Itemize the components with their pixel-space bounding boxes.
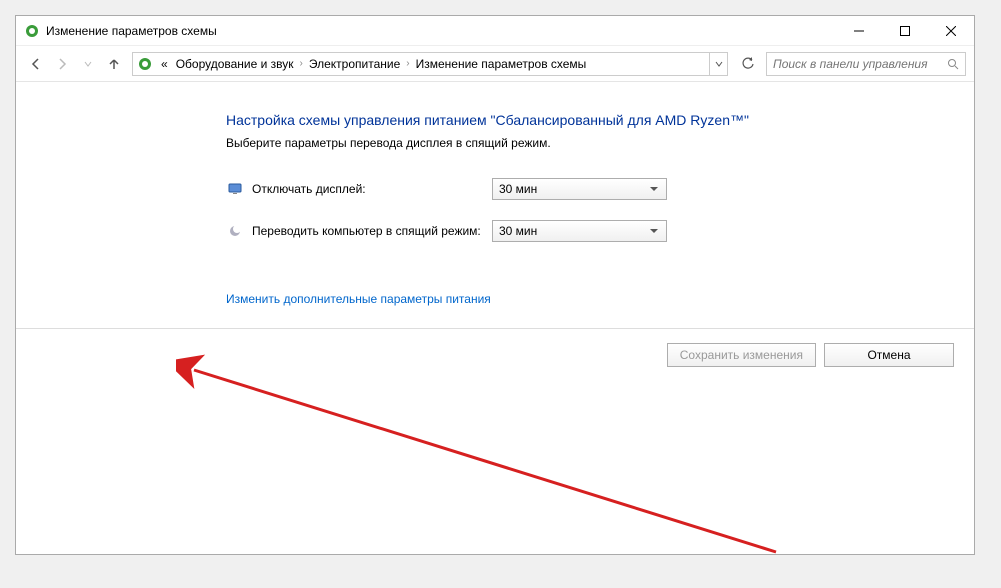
search-box[interactable] bbox=[766, 52, 966, 76]
address-bar[interactable]: « Оборудование и звук › Электропитание ›… bbox=[132, 52, 728, 76]
annotation-arrow bbox=[176, 352, 796, 554]
breadcrumb: « Оборудование и звук › Электропитание ›… bbox=[157, 57, 709, 71]
breadcrumb-item[interactable]: Изменение параметров схемы bbox=[412, 57, 591, 71]
close-button[interactable] bbox=[928, 16, 974, 46]
moon-icon bbox=[226, 222, 244, 240]
page-subheading: Выберите параметры перевода дисплея в сп… bbox=[226, 136, 974, 150]
titlebar: Изменение параметров схемы bbox=[16, 16, 974, 46]
content-area: Настройка схемы управления питанием "Сба… bbox=[16, 82, 974, 554]
search-input[interactable] bbox=[767, 57, 941, 71]
minimize-button[interactable] bbox=[836, 16, 882, 46]
window-title: Изменение параметров схемы bbox=[46, 24, 217, 38]
save-button[interactable]: Сохранить изменения bbox=[667, 343, 816, 367]
forward-button[interactable] bbox=[50, 52, 74, 76]
sleep-label: Переводить компьютер в спящий режим: bbox=[252, 224, 492, 238]
chevron-right-icon: › bbox=[404, 58, 411, 69]
advanced-settings-link[interactable]: Изменить дополнительные параметры питани… bbox=[226, 292, 491, 306]
display-off-dropdown[interactable]: 30 мин bbox=[492, 178, 667, 200]
navbar: « Оборудование и звук › Электропитание ›… bbox=[16, 46, 974, 82]
refresh-button[interactable] bbox=[736, 52, 760, 76]
back-button[interactable] bbox=[24, 52, 48, 76]
address-dropdown[interactable] bbox=[709, 53, 727, 75]
up-button[interactable] bbox=[102, 52, 126, 76]
chevron-right-icon: › bbox=[298, 58, 305, 69]
page-heading: Настройка схемы управления питанием "Сба… bbox=[226, 112, 974, 128]
sleep-dropdown[interactable]: 30 мин bbox=[492, 220, 667, 242]
breadcrumb-item[interactable]: Электропитание bbox=[305, 57, 404, 71]
search-icon[interactable] bbox=[941, 58, 965, 70]
sleep-row: Переводить компьютер в спящий режим: 30 … bbox=[226, 220, 974, 242]
maximize-button[interactable] bbox=[882, 16, 928, 46]
app-icon bbox=[24, 23, 40, 39]
breadcrumb-prefix[interactable]: « bbox=[157, 57, 172, 71]
footer-buttons: Сохранить изменения Отмена bbox=[226, 329, 974, 367]
cancel-button[interactable]: Отмена bbox=[824, 343, 954, 367]
breadcrumb-item[interactable]: Оборудование и звук bbox=[172, 57, 298, 71]
display-off-row: Отключать дисплей: 30 мин bbox=[226, 178, 974, 200]
window: Изменение параметров схемы bbox=[15, 15, 975, 555]
window-controls bbox=[836, 16, 974, 46]
recent-dropdown[interactable] bbox=[76, 52, 100, 76]
display-off-label: Отключать дисплей: bbox=[252, 182, 492, 196]
monitor-icon bbox=[226, 180, 244, 198]
location-icon bbox=[137, 56, 153, 72]
